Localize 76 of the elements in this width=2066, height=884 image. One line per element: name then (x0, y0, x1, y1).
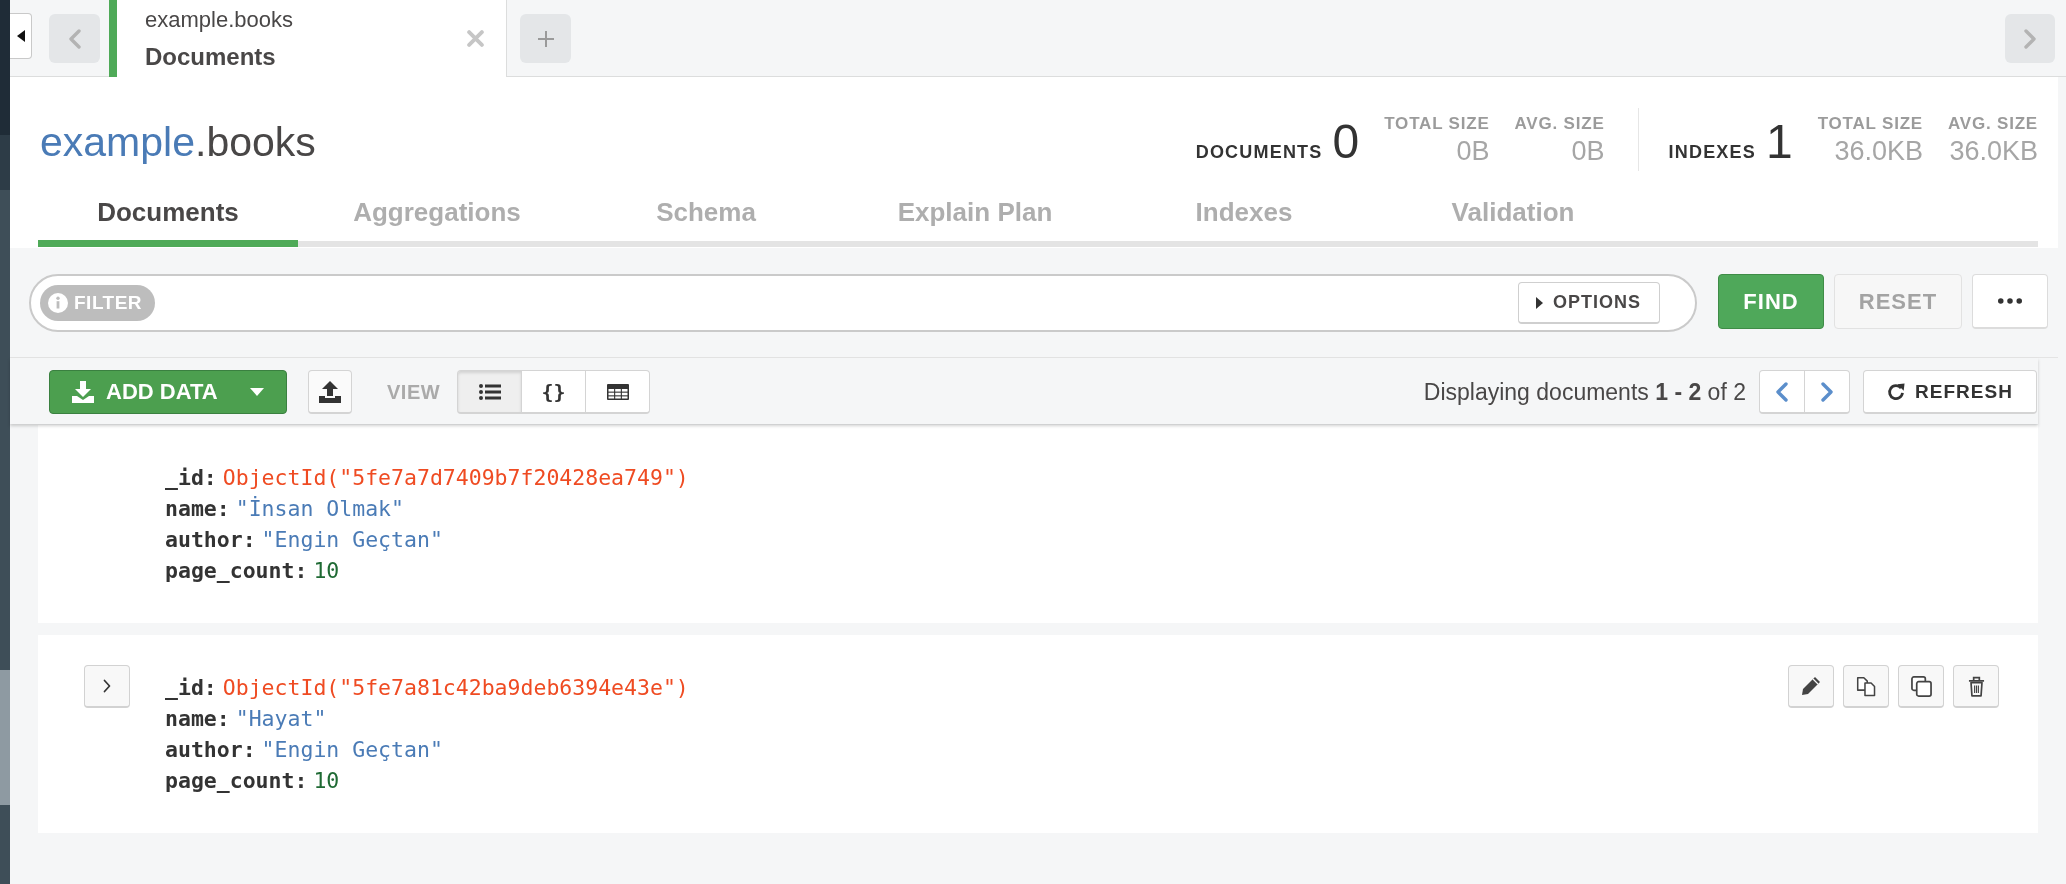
trash-icon (1967, 675, 1985, 697)
metric-label: TOTAL SIZE (1817, 113, 1923, 135)
edit-button[interactable] (1788, 665, 1834, 708)
clone-button[interactable] (1898, 665, 1944, 708)
list-view-button[interactable] (457, 370, 523, 414)
field-value: "Engin Geçtan" (261, 526, 443, 554)
field-key: author: (165, 734, 256, 765)
clone-icon (1910, 675, 1932, 697)
field-key: _id: (165, 462, 217, 493)
view-tab[interactable]: Schema (576, 185, 836, 247)
caret-right-icon (1536, 296, 1543, 309)
list-icon (478, 383, 501, 400)
field-value: "Engin Geçtan" (261, 736, 443, 764)
filter-field[interactable]: FILTER OPTIONS (29, 274, 1697, 332)
caret-down-icon (250, 388, 264, 396)
pencil-icon (1801, 676, 1821, 696)
metric-label: TOTAL SIZE (1384, 113, 1490, 135)
copy-button[interactable] (1843, 665, 1889, 708)
plus-icon (537, 30, 554, 47)
field-value: 10 (313, 557, 340, 585)
stat-count: 0 (1332, 117, 1360, 167)
chevron-right-icon (1821, 381, 1833, 402)
filter-info-button[interactable]: FILTER (40, 285, 156, 321)
view-tab[interactable]: Documents (38, 185, 298, 247)
document-count-text: Displaying documents 1 - 2 of 2 (1423, 378, 1746, 407)
collection-tab[interactable]: example.books Documents (109, 0, 507, 77)
field-value: ObjectId("5fe7a81c42ba9deb6394e43e") (222, 674, 689, 702)
field-key: name: (165, 493, 230, 524)
view-tab[interactable]: Explain Plan (845, 185, 1105, 247)
collapse-sidebar-button[interactable] (10, 13, 32, 59)
upload-icon (319, 380, 341, 403)
field-key: page_count: (165, 555, 308, 586)
chevron-right-icon (103, 679, 111, 693)
delete-button[interactable] (1953, 665, 1999, 708)
stat-count: 1 (1766, 117, 1793, 167)
refresh-button[interactable]: REFRESH (1863, 370, 2037, 414)
table-view-button[interactable] (585, 370, 651, 414)
field-key: name: (165, 703, 230, 734)
refresh-icon (1887, 382, 1906, 401)
previous-page-button[interactable] (1759, 370, 1805, 414)
field-key: page_count: (165, 765, 308, 796)
caret-left-icon (16, 30, 25, 42)
json-view-button[interactable]: {} (521, 370, 587, 414)
download-icon (72, 381, 94, 403)
copy-icon (1855, 675, 1877, 697)
field-key: _id: (165, 672, 217, 703)
view-label: VIEW (387, 380, 441, 405)
metric-value: 0B (1456, 135, 1490, 167)
view-tab[interactable]: Validation (1383, 185, 1643, 247)
metric-value: 0B (1571, 135, 1605, 167)
next-page-button[interactable] (1804, 370, 1850, 414)
info-icon (48, 293, 68, 313)
view-tab[interactable]: Indexes (1114, 185, 1374, 247)
more-icon (1998, 298, 2022, 304)
find-button[interactable]: FIND (1718, 274, 1824, 329)
table-icon (606, 383, 629, 400)
chevron-left-icon (68, 28, 81, 49)
metric-label: AVG. SIZE (1948, 113, 2038, 135)
stat-label: INDEXES (1668, 141, 1756, 163)
chevron-left-icon (1776, 381, 1788, 402)
stat-label: DOCUMENTS (1195, 141, 1323, 163)
chevron-right-icon (2024, 28, 2036, 49)
namespace-title: example.books (40, 118, 317, 167)
field-value: "Hayat" (235, 705, 327, 733)
field-value: 10 (313, 767, 340, 795)
field-value: "İnsan Olmak" (235, 495, 404, 523)
field-value: ObjectId("5fe7a7d7409b7f20428ea749") (222, 464, 689, 492)
metric-value: 36.0KB (1834, 135, 1923, 167)
metric-value: 36.0KB (1949, 135, 2038, 167)
field-key: author: (165, 524, 256, 555)
view-tab[interactable]: Aggregations (307, 185, 567, 247)
add-data-button[interactable]: ADD DATA (49, 370, 287, 414)
metric-label: AVG. SIZE (1514, 113, 1605, 135)
options-button[interactable]: OPTIONS (1518, 282, 1660, 324)
close-icon (467, 30, 484, 47)
export-button[interactable] (308, 370, 352, 414)
